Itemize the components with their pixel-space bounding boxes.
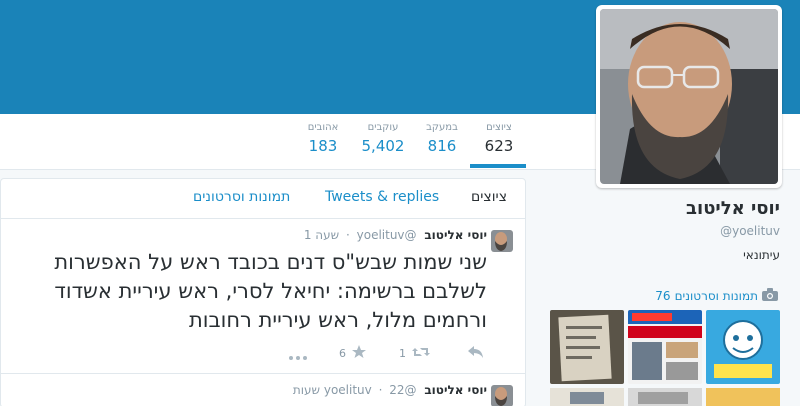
profile-name[interactable]: יוסי אליטוב — [686, 198, 780, 219]
camera-icon — [762, 288, 778, 304]
stat-likes-value: 183 — [308, 137, 338, 155]
tweet-author[interactable]: יוסי אליטוב — [424, 228, 487, 242]
timeline: ציוצים Tweets & replies תמונות וסרטונים … — [0, 178, 526, 406]
tweet-handle[interactable]: @yoelituv — [357, 228, 417, 242]
reply-button[interactable] — [468, 346, 484, 361]
tweet-separator: · — [345, 228, 350, 242]
stat-following-value: 816 — [427, 137, 457, 155]
media-thumbnail[interactable] — [550, 310, 624, 384]
media-thumbnail[interactable] — [628, 310, 702, 384]
stat-tweets[interactable]: ציוצים 623 — [474, 122, 524, 158]
photos-videos-link[interactable]: 76 תמונות וסרטונים — [655, 288, 778, 304]
profile-avatar-frame[interactable] — [596, 5, 782, 188]
tweet-avatar[interactable] — [491, 385, 513, 406]
stat-likes[interactable]: אהובים 183 — [300, 122, 346, 158]
tab-photos-videos[interactable]: תמונות וסרטונים — [193, 189, 290, 205]
reply-icon — [468, 346, 484, 361]
photos-count: 76 — [655, 289, 671, 303]
tweet-avatar[interactable] — [491, 230, 513, 252]
tweet[interactable]: יוסי אליטוב @yoelituv · 22 שעות — [1, 375, 525, 406]
retweet-count: 1 — [399, 347, 406, 360]
tab-tweets[interactable]: ציוצים — [471, 189, 507, 205]
more-dots-icon — [289, 350, 307, 363]
photos-label: תמונות וסרטונים — [674, 289, 758, 303]
tweet-header: יוסי אליטוב @yoelituv · שעה 1 — [304, 228, 487, 242]
active-stat-underline — [470, 164, 526, 168]
stat-tweets-value: 623 — [484, 137, 514, 155]
tweet-time[interactable]: שעה 1 — [304, 228, 339, 242]
stat-tweets-label: ציוצים — [486, 122, 512, 133]
stat-likes-label: אהובים — [307, 122, 339, 133]
tab-tweets-replies[interactable]: Tweets & replies — [325, 189, 439, 205]
timeline-tabs: ציוצים Tweets & replies תמונות וסרטונים — [1, 179, 525, 219]
media-thumbnail[interactable] — [550, 388, 624, 406]
favorite-button[interactable]: 6 — [339, 345, 366, 362]
stat-following[interactable]: במעקב 816 — [414, 122, 470, 158]
tweet-text: שני שמות שבש"ס דנים בכובד ראש על האפשרות… — [54, 250, 487, 332]
tweet-author[interactable]: יוסי אליטוב — [424, 383, 487, 397]
star-icon — [352, 345, 366, 362]
profile-bio: עיתונאי — [743, 248, 780, 262]
avatar[interactable] — [600, 9, 778, 184]
tweet[interactable]: יוסי אליטוב @yoelituv · שעה 1 שני שמות ש… — [1, 220, 525, 374]
stat-followers-label: עוקבים — [367, 122, 399, 133]
stat-followers-value: 5,402 — [361, 137, 405, 155]
more-button[interactable] — [289, 350, 307, 363]
media-thumbnail[interactable] — [706, 310, 780, 384]
retweet-icon — [412, 346, 430, 361]
retweet-button[interactable]: 1 — [399, 346, 430, 361]
stat-following-label: במעקב — [426, 122, 458, 133]
tweet-header: יוסי אליטוב @yoelituv · 22 שעות — [293, 383, 487, 397]
tweet-separator: · — [378, 383, 383, 397]
favorite-count: 6 — [339, 347, 346, 360]
stat-followers[interactable]: עוקבים 5,402 — [354, 122, 412, 158]
media-thumbnail[interactable] — [628, 388, 702, 406]
profile-sidebar: יוסי אליטוב @yoelituv עיתונאי 76 תמונות … — [530, 170, 800, 406]
media-thumbnail[interactable] — [706, 388, 780, 406]
profile-handle[interactable]: @yoelituv — [720, 224, 780, 238]
